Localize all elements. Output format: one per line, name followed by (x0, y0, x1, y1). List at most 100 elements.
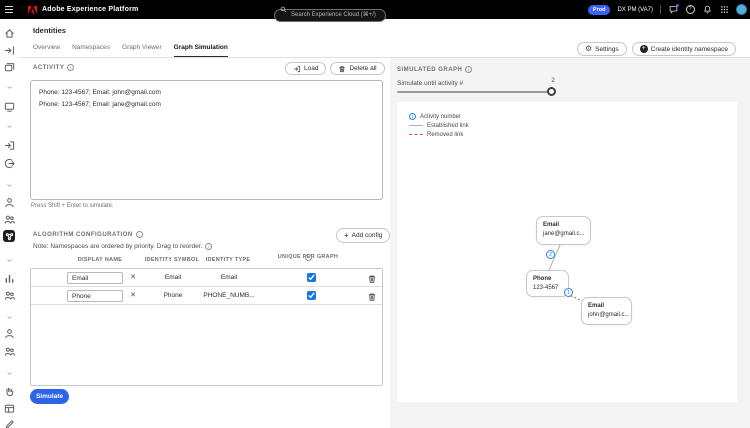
left-nav-sidebar (0, 19, 18, 428)
home-icon[interactable] (3, 27, 15, 39)
load-button[interactable]: Load (285, 62, 327, 75)
chevron-down-icon[interactable] (3, 311, 15, 323)
org-name[interactable]: DX PM (VA7) (617, 7, 653, 13)
info-icon[interactable] (465, 66, 473, 73)
simgraph-label-text: SIMULATED GRAPH (397, 66, 463, 73)
activity-slider-track[interactable] (397, 91, 553, 93)
algo-label-text: ALGORITHM CONFIGURATION (33, 231, 133, 238)
feedback-notification-dot (676, 3, 679, 7)
info-icon[interactable] (135, 231, 143, 238)
tab-graph-simulation[interactable]: Graph Simulation (173, 44, 228, 58)
node-value: john@gmail.c... (588, 312, 630, 319)
trash-icon (339, 65, 346, 72)
sidebar-item-identities-selected[interactable] (3, 230, 15, 242)
gear-icon (585, 45, 592, 53)
chevron-down-icon[interactable] (3, 120, 15, 132)
collaboration-people-icon[interactable] (3, 345, 15, 357)
add-config-label: Add config (351, 232, 383, 239)
clear-input-icon[interactable] (127, 290, 139, 302)
app-switcher-grid-icon[interactable] (719, 5, 729, 15)
simulate-until-activity-label: Simulate until activity # (397, 80, 464, 87)
identity-type-cell: PHONE_NUMB... (203, 292, 255, 299)
identity-symbol-cell: Email (164, 274, 182, 281)
search-input[interactable] (274, 8, 386, 22)
activity-section-label: ACTIVITY (33, 64, 75, 71)
activity-hint-text: Press Shift + Enter to simulate. (31, 203, 114, 209)
algorithm-config-section-label: ALGORITHM CONFIGURATION (33, 231, 143, 238)
graph-node-email-john[interactable]: Email john@gmail.c... (581, 297, 632, 325)
delete-all-button[interactable]: Delete all (330, 62, 385, 75)
tab-graph-viewer[interactable]: Graph Viewer (122, 44, 162, 58)
delete-row-button[interactable] (366, 272, 378, 284)
info-icon[interactable] (205, 243, 213, 250)
help-icon[interactable] (685, 5, 695, 15)
simulate-button[interactable]: Simulate (30, 389, 69, 404)
chevron-down-icon[interactable] (3, 367, 15, 379)
schemas-table-icon[interactable] (3, 402, 15, 414)
delete-row-button[interactable] (366, 290, 378, 302)
clear-input-icon[interactable] (127, 272, 139, 284)
segments-people-icon[interactable] (3, 289, 15, 301)
create-identity-namespace-button[interactable]: Create identity namespace (631, 42, 736, 56)
app-root: Adobe Experience Platform Prod DX PM (VA… (0, 0, 750, 428)
customers-person-icon[interactable] (3, 327, 15, 339)
insights-chart-icon[interactable] (3, 272, 15, 284)
graph-node-phone[interactable]: Phone 123-4567 (526, 270, 569, 297)
sign-in-icon[interactable] (3, 139, 15, 151)
config-row-email: Email Email (31, 269, 382, 287)
page-title: Identities (33, 26, 66, 35)
info-icon[interactable] (304, 253, 312, 261)
top-header: Adobe Experience Platform Prod DX PM (VA… (0, 0, 750, 22)
privacy-hand-icon[interactable] (3, 385, 15, 397)
unique-per-graph-checkbox[interactable] (307, 291, 316, 300)
hamburger-menu-icon[interactable] (5, 6, 13, 13)
sources-flow-icon[interactable] (3, 44, 15, 56)
tab-namespaces[interactable]: Namespaces (72, 44, 110, 58)
column-header-display-name: DISPLAY NAME (77, 257, 123, 263)
info-icon[interactable] (67, 64, 75, 71)
chevron-down-icon[interactable] (3, 179, 15, 191)
activity-input-textarea[interactable]: Phone: 123-4567; Email: john@gmail.com P… (30, 80, 383, 200)
display-name-input[interactable] (67, 290, 123, 302)
slider-value: 2 (551, 77, 555, 84)
node-type: Email (588, 303, 605, 309)
header-divider (660, 5, 661, 14)
activity-toolbar: Load Delete all (285, 61, 400, 76)
config-row-phone: Phone PHONE_NUMB... (31, 287, 382, 305)
config-table-headers: DISPLAY NAME IDENTITY SYMBOL IDENTITY TY… (30, 253, 383, 267)
global-search (274, 3, 386, 22)
node-type: Email (543, 222, 560, 228)
plus-circle-icon (639, 45, 648, 53)
adobe-logo-icon (27, 4, 38, 15)
datasets-icon[interactable] (3, 61, 15, 73)
monitoring-icon[interactable] (3, 100, 15, 112)
node-value: jane@gmail.c... (543, 231, 585, 238)
unique-per-graph-checkbox[interactable] (307, 273, 316, 282)
edit-pencil-icon[interactable] (3, 418, 15, 428)
profiles-person-icon[interactable] (3, 196, 15, 208)
search-icon (280, 6, 287, 13)
chevron-down-icon[interactable] (3, 254, 15, 266)
trash-icon (368, 293, 376, 301)
activity-line: Phone: 123-4567; Email: john@gmail.com (39, 89, 161, 96)
chevron-down-icon[interactable] (3, 81, 15, 93)
feedback-icon[interactable] (668, 3, 679, 15)
tab-overview[interactable]: Overview (33, 44, 60, 58)
add-config-button[interactable]: + Add config (336, 228, 391, 243)
sign-out-icon[interactable] (3, 157, 15, 169)
user-avatar[interactable] (736, 4, 747, 15)
delete-all-label: Delete all (349, 65, 377, 72)
audiences-people-icon[interactable] (3, 213, 15, 225)
graph-canvas[interactable]: 1 Activity number Established link Remov… (397, 102, 737, 402)
activity-label-text: ACTIVITY (33, 64, 65, 71)
header-right-group: Prod DX PM (VA7) (587, 0, 747, 19)
create-namespace-label: Create identity namespace (650, 45, 728, 53)
graph-node-email-jane[interactable]: Email jane@gmail.c... (536, 216, 591, 245)
config-table: Email Email Phone PHONE_NUMB... (30, 268, 383, 386)
display-name-input[interactable] (67, 272, 123, 284)
environment-badge[interactable]: Prod (587, 4, 611, 15)
settings-button[interactable]: Settings (577, 42, 627, 56)
notifications-bell-icon[interactable] (702, 5, 712, 15)
load-import-icon (293, 65, 301, 72)
activity-slider-handle[interactable] (547, 87, 556, 96)
